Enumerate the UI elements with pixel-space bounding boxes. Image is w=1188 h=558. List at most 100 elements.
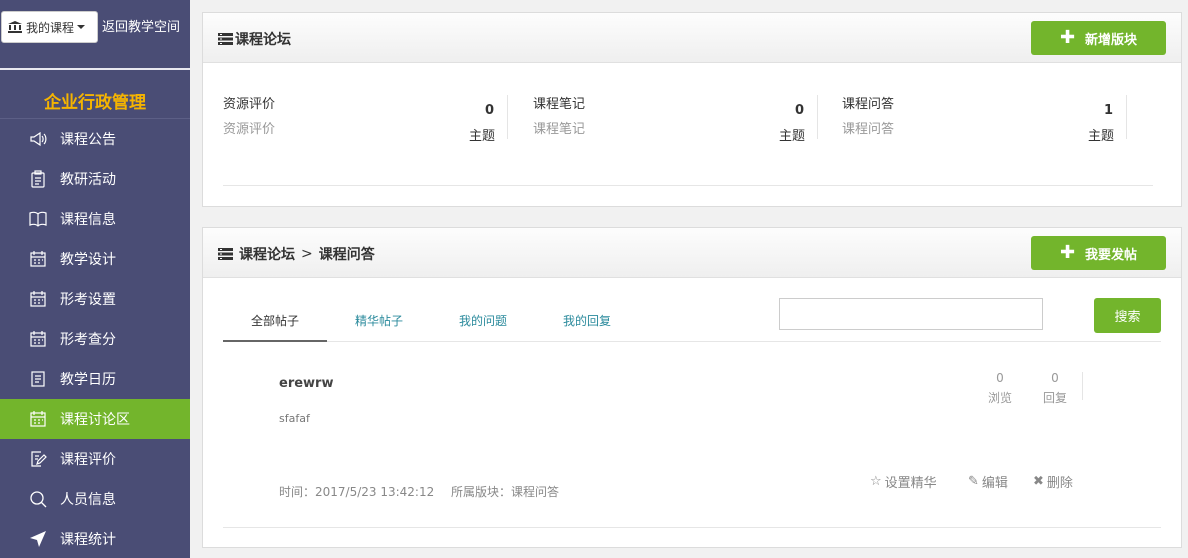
plus-icon: ✚ [1059,242,1076,263]
sidebar-item-statistics[interactable]: 课程统计 [0,519,190,558]
edit-doc-icon [31,451,47,467]
forum-panel: 课程论坛 ✚ 新增版块 资源评价 资源评价 0 主题 课程笔记 课程笔记 0 主… [202,12,1182,207]
set-featured-label: 设置精华 [884,476,937,491]
sidebar-nav: 课程公告 教研活动 课程信息 教学设计 形考设置 形考查分 教学日历 课程讨论区… [0,119,190,558]
sidebar-item-announcements[interactable]: 课程公告 [0,119,190,159]
replies-label: 回复 [1042,391,1067,405]
plus-icon: ✚ [1059,27,1076,48]
section-desc: 课程笔记 [533,122,586,137]
forum-section[interactable]: 资源评价 资源评价 0 主题 [223,93,508,144]
forum-sections: 资源评价 资源评价 0 主题 课程笔记 课程笔记 0 主题 课程问答 课程问答 … [203,63,1181,186]
divider [507,95,508,139]
board-panel: 课程论坛 > 课程问答 ✚ 我要发帖 全部帖子 精华帖子 我的问题 我的回复 搜… [202,227,1182,548]
sidebar-item-label: 形考查分 [60,332,116,348]
clipboard-icon [31,170,45,188]
views-count: 0 [996,371,1004,385]
topic-count-label: 主题 [468,129,495,144]
replies-stat: 0 回复 [1040,371,1070,406]
post-time: 时间：2017/5/23 13:42:12 [279,485,435,499]
sidebar-item-members[interactable]: 人员信息 [0,479,190,519]
sidebar-item-course-evaluation[interactable]: 课程评价 [0,439,190,479]
sidebar-item-discussion[interactable]: 课程讨论区 [0,399,190,439]
tab-all-posts[interactable]: 全部帖子 [251,312,299,329]
sidebar: 我的课程 返回教学空间 企业行政管理 课程公告 教研活动 课程信息 教学设计 形… [0,0,190,558]
divider [223,527,1161,528]
divider [223,185,1153,186]
search-button[interactable]: 搜索 [1094,298,1161,333]
book-icon [29,211,47,227]
edit-icon: ✎ [968,474,979,489]
back-to-teaching-space-link[interactable]: 返回教学空间 [102,16,180,35]
calendar-icon [30,291,46,307]
section-desc: 资源评价 [223,122,276,137]
caret-down-icon [77,25,86,29]
sidebar-item-label: 课程信息 [60,212,116,228]
divider [1082,372,1083,400]
panel-title: 课程论坛 [218,29,291,49]
sidebar-item-label: 课程评价 [60,452,116,468]
delete-button[interactable]: ✖ 删除 [1033,472,1073,491]
list-doc-icon [31,371,45,387]
post-tabs: 全部帖子 精华帖子 我的问题 我的回复 搜索 [203,278,1181,342]
sidebar-item-label: 课程公告 [60,132,116,148]
section-name: 资源评价 [223,97,276,112]
set-featured-button[interactable]: ☆ 设置精华 [870,472,937,491]
sidebar-item-label: 教学设计 [60,252,116,268]
forum-title: 课程论坛 [235,32,291,48]
search-input[interactable] [779,298,1043,330]
star-icon: ☆ [870,474,882,489]
sidebar-item-assessment-settings[interactable]: 形考设置 [0,279,190,319]
section-name: 课程笔记 [533,97,586,112]
topic-count: 1 [1103,103,1113,118]
my-courses-dropdown[interactable]: 我的课程 [1,11,98,43]
divider [0,68,190,70]
divider [1126,95,1127,139]
my-courses-label: 我的课程 [26,20,75,35]
edit-button[interactable]: ✎ 编辑 [968,472,1008,491]
post-title[interactable]: erewrw [279,376,333,391]
topic-count-label: 主题 [778,129,805,144]
breadcrumb-root-link[interactable]: 课程论坛 [239,244,295,264]
topic-count-label: 主题 [1087,129,1114,144]
calendar-icon [30,411,46,427]
list-icon [218,248,233,260]
section-desc: 课程问答 [842,122,895,137]
edit-label: 编辑 [981,476,1008,491]
tab-my-replies[interactable]: 我的回复 [563,312,611,329]
sidebar-top: 我的课程 返回教学空间 [0,0,190,70]
sidebar-item-label: 教研活动 [60,172,116,188]
delete-label: 删除 [1046,476,1073,491]
new-post-label: 我要发帖 [1085,247,1138,263]
post-body: sfafaf [279,412,310,425]
sidebar-item-course-info[interactable]: 课程信息 [0,199,190,239]
topic-count: 0 [794,103,804,118]
sidebar-item-label: 人员信息 [60,492,116,508]
divider [817,95,818,139]
calendar-icon [30,251,46,267]
calendar-icon [30,331,46,347]
list-icon [218,33,233,45]
new-post-button[interactable]: ✚ 我要发帖 [1031,236,1166,270]
add-section-label: 新增版块 [1085,32,1138,48]
post-board: 所属版块：课程问答 [451,485,560,499]
topic-count: 0 [484,103,494,118]
sidebar-item-assessment-scores[interactable]: 形考查分 [0,319,190,359]
sidebar-item-label: 课程统计 [60,532,116,548]
close-icon: ✖ [1033,474,1044,489]
search-icon [30,491,47,508]
add-section-button[interactable]: ✚ 新增版块 [1031,21,1166,55]
breadcrumb-current: 课程问答 [318,247,375,263]
sidebar-item-research[interactable]: 教研活动 [0,159,190,199]
megaphone-icon [30,131,47,147]
forum-section[interactable]: 课程笔记 课程笔记 0 主题 [533,93,818,144]
sidebar-item-teaching-calendar[interactable]: 教学日历 [0,359,190,399]
replies-count: 0 [1051,371,1059,385]
tab-featured-posts[interactable]: 精华帖子 [355,312,403,329]
tab-my-questions[interactable]: 我的问题 [459,312,507,329]
views-label: 浏览 [987,391,1012,405]
course-title: 企业行政管理 [44,93,146,113]
forum-section[interactable]: 课程问答 课程问答 1 主题 [842,93,1127,144]
sidebar-item-teaching-design[interactable]: 教学设计 [0,239,190,279]
sidebar-item-label: 课程讨论区 [60,412,130,428]
sidebar-item-label: 教学日历 [60,372,116,388]
